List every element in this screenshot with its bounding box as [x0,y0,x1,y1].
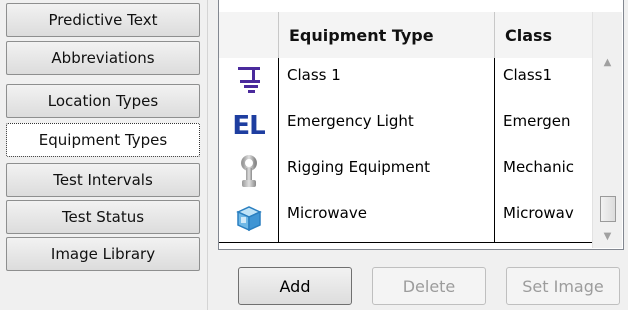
el-letters-icon: EL [232,111,265,141]
equipment-type-cell[interactable]: Microwave [279,196,495,242]
set-image-button[interactable]: Set Image [506,267,620,305]
table-row[interactable]: Class 1 Class1 [219,58,593,105]
tab-abbreviations[interactable]: Abbreviations [6,41,200,75]
row-icon-cell: EL [219,104,279,150]
equipment-types-grid[interactable]: Equipment Type Class Class 1 Class1 EL E… [218,0,624,250]
delete-button[interactable]: Delete [372,267,486,305]
tab-test-status[interactable]: Test Status [6,200,200,234]
microwave-box-icon [231,200,267,236]
class-cell[interactable]: Class1 [495,58,593,104]
header-icon-column [219,12,279,58]
panel-divider [207,0,208,310]
header-equipment-type[interactable]: Equipment Type [279,12,495,58]
equipment-type-cell[interactable]: Class 1 [279,58,495,104]
equipment-type-cell[interactable]: Emergency Light [279,104,495,150]
tab-image-library[interactable]: Image Library [6,237,200,271]
class-cell[interactable]: Emergen [495,104,593,150]
grid-header: Equipment Type Class [219,12,593,59]
class-cell[interactable]: Microwav [495,196,593,242]
tab-location-types[interactable]: Location Types [6,84,200,118]
tab-test-intervals[interactable]: Test Intervals [6,163,200,197]
scrollbar-thumb[interactable] [600,196,616,222]
table-row[interactable]: EL Emergency Light Emergen [219,104,593,151]
tab-equipment-types[interactable]: Equipment Types [6,123,200,157]
rigging-hook-icon [231,154,267,190]
tab-predictive-text[interactable]: Predictive Text [6,3,200,37]
row-icon-cell [219,196,279,242]
equipment-type-cell[interactable]: Rigging Equipment [279,150,495,196]
add-button[interactable]: Add [238,267,352,305]
row-icon-cell [219,58,279,104]
header-class[interactable]: Class [495,12,593,58]
table-row[interactable]: Rigging Equipment Mechanic [219,150,593,197]
ground-symbol-icon [231,62,267,98]
scroll-up-arrow-icon[interactable]: ▲ [593,50,622,74]
class-cell[interactable]: Mechanic [495,150,593,196]
row-icon-cell [219,150,279,196]
vertical-scrollbar[interactable]: ▲ ▼ [592,12,622,248]
scroll-down-arrow-icon[interactable]: ▼ [593,224,622,248]
table-row[interactable]: Microwave Microwav [219,196,593,243]
